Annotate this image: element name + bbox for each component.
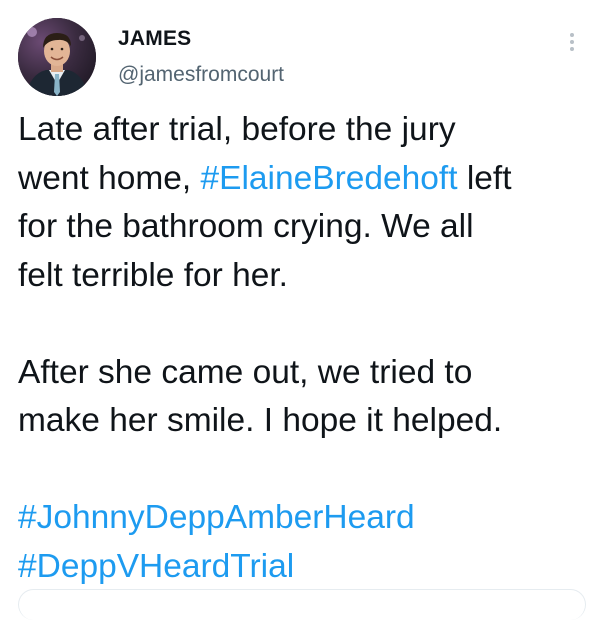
- more-dot: [570, 33, 574, 37]
- tweet-line: After she came out, we tried to: [18, 353, 473, 391]
- hashtag-link[interactable]: #DeppVHeardTrial: [18, 543, 593, 592]
- tweet: JAMES @jamesfromcourt Late after trial, …: [0, 0, 601, 620]
- tweet-text: Late after trial, before the jury went h…: [18, 106, 593, 591]
- link-card-preview[interactable]: [18, 589, 586, 620]
- more-vertical-icon[interactable]: [560, 28, 584, 56]
- paragraph-break: [18, 300, 593, 349]
- tweet-text-segment: went home,: [18, 159, 201, 197]
- display-name[interactable]: JAMES: [118, 27, 191, 51]
- hashtag-link[interactable]: #ElaineBredehoft: [200, 160, 457, 197]
- more-dot: [570, 40, 574, 44]
- tweet-line: for the bathroom crying. We all: [18, 208, 474, 245]
- tweet-line: Late after trial, before the jury: [18, 111, 456, 148]
- tweet-line: make her smile. I hope it helped.: [18, 402, 503, 439]
- tweet-line: felt terrible for her.: [18, 256, 288, 294]
- paragraph-break: [18, 446, 593, 495]
- avatar[interactable]: [18, 18, 96, 96]
- hashtag-link[interactable]: #JohnnyDeppAmberHeard: [18, 494, 593, 543]
- avatar-photo: [18, 18, 96, 96]
- user-handle[interactable]: @jamesfromcourt: [118, 63, 284, 87]
- tweet-line: went home, #ElaineBredehoft left: [18, 155, 593, 204]
- tweet-text-segment: left: [457, 159, 512, 197]
- more-dot: [570, 47, 574, 51]
